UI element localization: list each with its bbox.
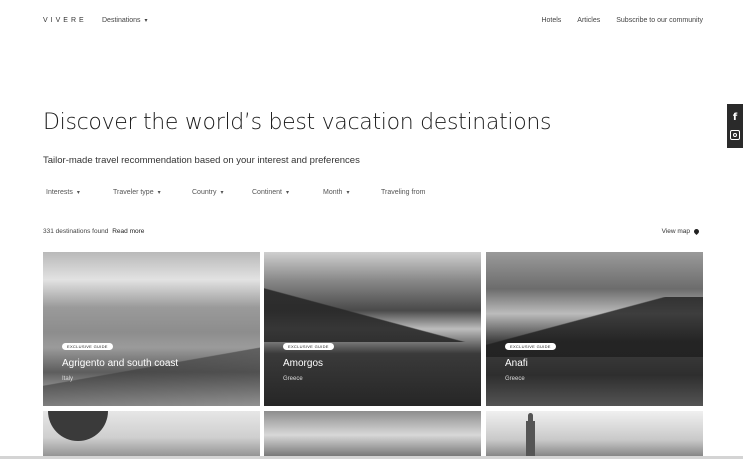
card-country: Greece — [283, 376, 303, 382]
destination-card-agrigento[interactable]: EXCLUSIVE GUIDE Agrigento and south coas… — [43, 252, 260, 406]
filter-bar: Interests ▾ Traveler type ▾ Country ▾ Co… — [46, 189, 425, 196]
filter-interests[interactable]: Interests ▾ — [46, 189, 113, 196]
exclusive-guide-badge: EXCLUSIVE GUIDE — [505, 343, 556, 350]
chevron-down-icon: ▾ — [144, 18, 148, 24]
filter-traveler-type[interactable]: Traveler type ▾ — [113, 189, 192, 196]
card-image — [43, 346, 260, 406]
view-map-label: View map — [661, 228, 690, 235]
social-sidebar: f — [727, 104, 743, 148]
filter-label: Month — [323, 189, 343, 196]
results-count: 331 destinations found Read more — [43, 228, 144, 235]
instagram-icon[interactable] — [730, 130, 740, 141]
card-image — [264, 282, 481, 342]
view-map-link[interactable]: View map — [661, 227, 701, 236]
nav-link-subscribe[interactable]: Subscribe to our community — [616, 17, 703, 24]
nav-links: Hotels Articles Subscribe to our communi… — [541, 17, 703, 24]
exclusive-guide-badge: EXCLUSIVE GUIDE — [283, 343, 334, 350]
destinations-label: Destinations — [102, 17, 141, 24]
page-title: Discover the world’s best vacation desti… — [43, 110, 552, 135]
page-subtitle: Tailor-made travel recommendation based … — [43, 155, 360, 166]
card-image — [526, 413, 535, 459]
facebook-icon[interactable]: f — [733, 112, 737, 123]
chevron-down-icon: ▾ — [220, 190, 224, 196]
nav-link-hotels[interactable]: Hotels — [541, 17, 561, 24]
filter-label: Continent — [252, 189, 282, 196]
filter-label: Country — [192, 189, 217, 196]
card-image — [48, 411, 108, 441]
destinations-menu[interactable]: Destinations ▾ — [102, 17, 148, 24]
filter-continent[interactable]: Continent ▾ — [252, 189, 323, 196]
card-country: Italy — [62, 376, 74, 382]
chevron-down-icon: ▾ — [157, 190, 161, 196]
filter-label: Traveler type — [113, 189, 154, 196]
destination-card[interactable] — [264, 411, 481, 459]
chevron-down-icon: ▾ — [76, 190, 80, 196]
card-title: Amorgos — [283, 358, 324, 369]
card-title: Anafi — [505, 358, 528, 369]
filter-label: Interests — [46, 189, 73, 196]
card-title: Agrigento and south coast — [62, 358, 179, 369]
map-pin-icon — [692, 227, 701, 236]
filter-month[interactable]: Month ▾ — [323, 189, 381, 196]
chevron-down-icon: ▾ — [285, 190, 289, 196]
destination-card-anafi[interactable]: EXCLUSIVE GUIDE Anafi Greece — [486, 252, 703, 406]
read-more-link[interactable]: Read more — [112, 228, 144, 235]
card-country: Greece — [505, 376, 525, 382]
chevron-down-icon: ▾ — [346, 190, 350, 196]
top-navigation: VIVERE Destinations ▾ Hotels Articles Su… — [0, 0, 743, 44]
destination-card-amorgos[interactable]: EXCLUSIVE GUIDE Amorgos Greece — [264, 252, 481, 406]
filter-traveling-from[interactable]: Traveling from — [381, 189, 425, 196]
destination-card[interactable] — [486, 411, 703, 459]
nav-link-articles[interactable]: Articles — [577, 17, 600, 24]
filter-country[interactable]: Country ▾ — [192, 189, 252, 196]
filter-label: Traveling from — [381, 189, 426, 196]
results-count-text: 331 destinations found — [43, 228, 109, 235]
exclusive-guide-badge: EXCLUSIVE GUIDE — [62, 343, 113, 350]
destination-card[interactable] — [43, 411, 260, 459]
site-logo[interactable]: VIVERE — [43, 17, 87, 24]
